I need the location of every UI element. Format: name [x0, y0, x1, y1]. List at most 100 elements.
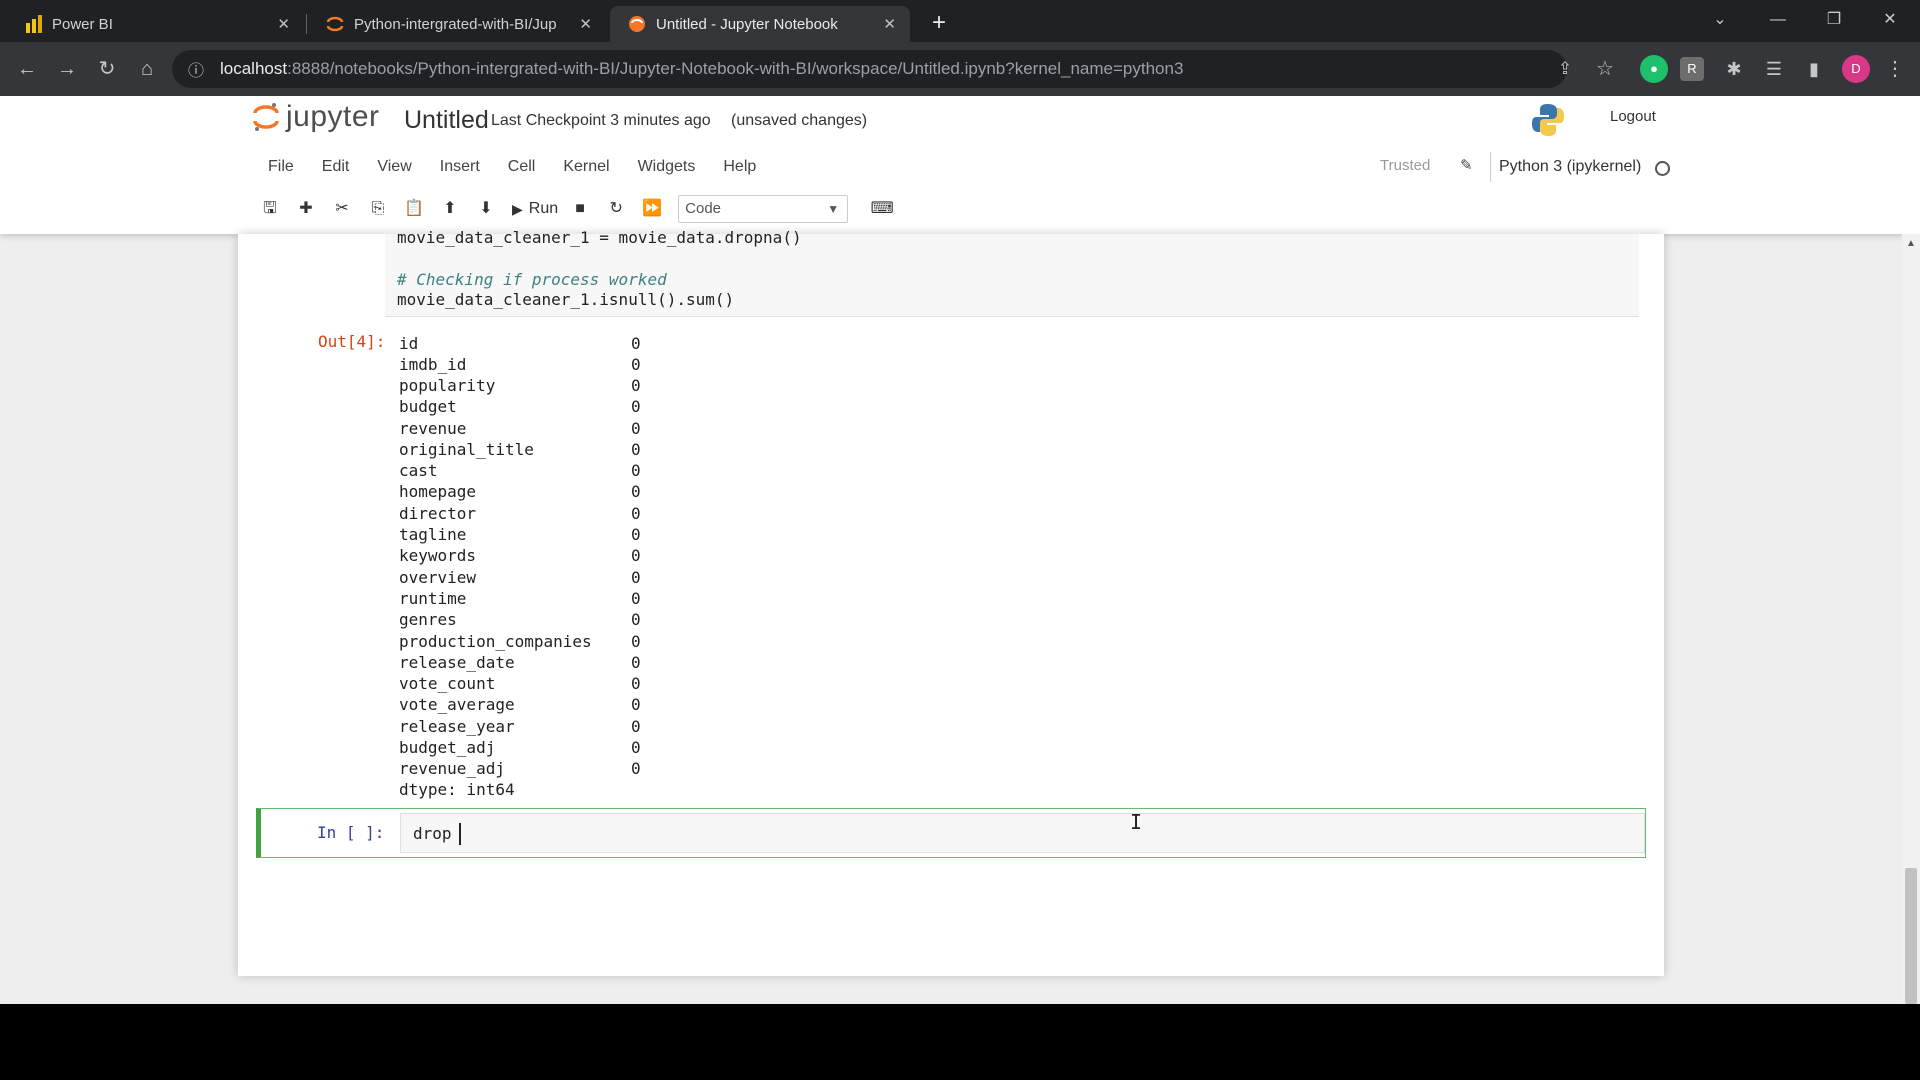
text-select-cursor-icon: I — [1130, 810, 1143, 834]
trusted-indicator[interactable]: Trusted — [1380, 157, 1430, 174]
copy-icon[interactable]: ⎘ — [362, 194, 394, 224]
forward-arrow-icon[interactable]: → — [52, 54, 82, 84]
output-row: revenue_adj 0 — [399, 759, 641, 778]
reload-icon[interactable]: ↻ — [92, 54, 122, 84]
grammarly-extension-icon[interactable]: ● — [1640, 55, 1668, 83]
notebook-container: movie_data_cleaner_1 = movie_data.dropna… — [238, 228, 1664, 976]
side-panel-icon[interactable]: ▮ — [1800, 55, 1828, 83]
save-icon[interactable]: 🖫 — [254, 194, 286, 224]
cell-type-value: Code — [685, 200, 721, 217]
output-dtype: dtype: int64 — [399, 780, 515, 799]
output-row: genres 0 — [399, 610, 641, 629]
menu-edit[interactable]: Edit — [308, 152, 364, 182]
bookmark-star-icon[interactable]: ☆ — [1590, 54, 1620, 84]
tab-python-integrated[interactable]: Python-intergrated-with-BI/Jup ✕ — [308, 6, 606, 42]
output-row: budget 0 — [399, 397, 641, 416]
insert-cell-below-icon[interactable]: ✚ — [290, 194, 322, 224]
notebook-page: jupyter Untitled Last Checkpoint 3 minut… — [0, 96, 1920, 1004]
output-row: vote_average 0 — [399, 695, 641, 714]
output-row: tagline 0 — [399, 525, 641, 544]
extensions-puzzle-icon[interactable]: ✱ — [1720, 55, 1748, 83]
run-label: Run — [528, 200, 559, 217]
media-control-icon[interactable]: ☰ — [1760, 55, 1788, 83]
active-code-cell[interactable]: In [ ]: drop — [256, 808, 1646, 858]
move-up-arrow-icon[interactable]: ⬆ — [434, 194, 466, 224]
output-row: budget_adj 0 — [399, 738, 641, 757]
checkpoint-status: Last Checkpoint 3 minutes ago — [491, 112, 711, 129]
output-row: runtime 0 — [399, 589, 641, 608]
restart-run-all-icon[interactable]: ⏩ — [636, 194, 668, 224]
jupyter-header: jupyter Untitled Last Checkpoint 3 minut… — [0, 96, 1920, 234]
menu-widgets[interactable]: Widgets — [624, 152, 710, 182]
input-prompt: In [ ]: — [317, 823, 385, 842]
browser-tab-strip: Power BI ✕ Python-intergrated-with-BI/Ju… — [0, 0, 1920, 42]
tab-separator — [306, 14, 307, 34]
notebook-title[interactable]: Untitled — [404, 106, 489, 135]
restart-kernel-icon[interactable]: ↻ — [600, 194, 632, 224]
tab-label: Power BI — [52, 15, 113, 33]
scroll-up-arrow-icon[interactable]: ▲ — [1906, 238, 1916, 249]
kernel-idle-indicator-icon — [1655, 161, 1670, 176]
output-row: release_date 0 — [399, 653, 641, 672]
play-icon: ▶ — [512, 200, 523, 217]
jupyter-tab-icon — [326, 16, 344, 32]
close-icon[interactable]: ✕ — [579, 15, 592, 33]
menu-cell[interactable]: Cell — [494, 152, 550, 182]
restore-icon[interactable]: ❐ — [1814, 6, 1854, 34]
keyboard-shortcuts-icon[interactable]: ⌨ — [866, 194, 898, 224]
output-prompt: Out[4]: — [318, 332, 386, 351]
interrupt-stop-icon[interactable]: ■ — [564, 194, 596, 224]
menu-help[interactable]: Help — [709, 152, 770, 182]
menu-insert[interactable]: Insert — [426, 152, 494, 182]
tab-untitled-notebook[interactable]: Untitled - Jupyter Notebook ✕ — [610, 6, 910, 42]
output-row: revenue 0 — [399, 419, 641, 438]
output-row: release_year 0 — [399, 717, 641, 736]
new-tab-button[interactable]: + — [924, 8, 954, 38]
minimize-icon[interactable]: — — [1758, 6, 1798, 34]
close-icon[interactable]: ✕ — [883, 15, 896, 33]
tab-label: Python-intergrated-with-BI/Jup — [354, 15, 557, 33]
menu-view[interactable]: View — [363, 152, 425, 182]
jupyter-logo-icon — [253, 103, 279, 131]
menu-bar: File Edit View Insert Cell Kernel Widget… — [254, 152, 770, 182]
jupyter-logo[interactable]: jupyter — [252, 100, 380, 134]
cut-icon[interactable]: ✂ — [326, 194, 358, 224]
info-icon[interactable]: ⓘ — [188, 57, 208, 81]
tab-search-chevron-icon[interactable]: ⌄ — [1700, 6, 1740, 34]
share-icon[interactable]: ⇪ — [1550, 54, 1580, 84]
code-cell-editor[interactable]: drop — [400, 813, 1645, 853]
cell-type-select[interactable]: Code ▼ — [678, 195, 849, 223]
profile-avatar[interactable]: D — [1842, 55, 1870, 83]
home-icon[interactable]: ⌂ — [132, 54, 162, 84]
window-close-icon[interactable]: ✕ — [1870, 6, 1910, 34]
extension-r-icon[interactable]: R — [1680, 57, 1704, 81]
scrollbar-thumb[interactable] — [1905, 868, 1917, 1004]
kebab-menu-icon[interactable]: ⋮ — [1880, 54, 1910, 84]
address-bar-input[interactable]: ⓘ localhost:8888/notebooks/Python-interg… — [172, 50, 1567, 88]
code-comment: # Checking if process worked — [397, 270, 667, 289]
paste-icon[interactable]: 📋 — [398, 194, 430, 224]
unsaved-changes-indicator: (unsaved changes) — [731, 112, 868, 129]
run-button[interactable]: ▶ Run — [506, 194, 564, 224]
menu-kernel[interactable]: Kernel — [549, 152, 623, 182]
screen-bottom-area — [0, 1004, 1920, 1080]
move-down-arrow-icon[interactable]: ⬇ — [470, 194, 502, 224]
output-row: vote_count 0 — [399, 674, 641, 693]
close-icon[interactable]: ✕ — [277, 15, 290, 33]
logout-button[interactable]: Logout — [1596, 102, 1670, 132]
output-row: production_companies 0 — [399, 632, 641, 651]
tab-power-bi[interactable]: Power BI ✕ — [8, 6, 304, 42]
jupyter-tab-icon — [629, 16, 645, 32]
back-arrow-icon[interactable]: ← — [12, 54, 42, 84]
menu-file[interactable]: File — [254, 152, 308, 182]
cell-input-text: drop — [413, 824, 462, 843]
output-row: popularity 0 — [399, 376, 641, 395]
jupyter-wordmark: jupyter — [286, 100, 380, 133]
page-scrollbar[interactable]: ▲ — [1902, 234, 1920, 1004]
code-cell-input[interactable]: movie_data_cleaner_1 = movie_data.dropna… — [385, 228, 1639, 317]
output-row: overview 0 — [399, 568, 641, 587]
pencil-edit-icon[interactable]: ✎ — [1460, 156, 1473, 174]
notebook-toolbar: 🖫 ✚ ✂ ⎘ 📋 ⬆ ⬇ ▶ Run ■ ↻ ⏩ Code ▼ ⌨ — [254, 192, 902, 226]
output-row: id 0 — [399, 334, 641, 353]
python-logo-icon — [1532, 104, 1564, 136]
